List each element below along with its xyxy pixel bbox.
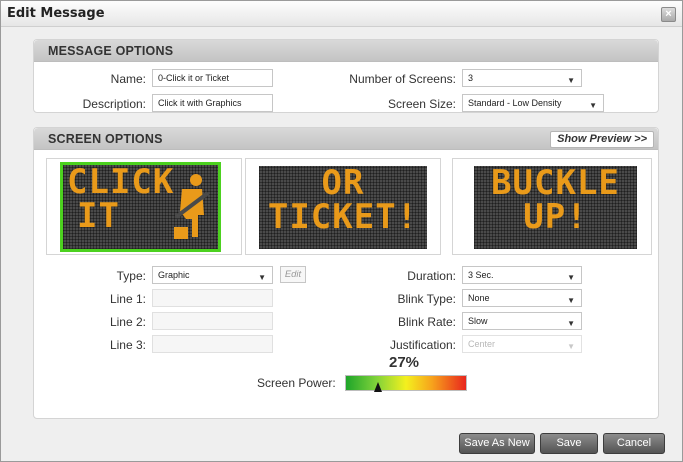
blink-type-select[interactable]: None ▼	[462, 289, 582, 307]
seatbelt-icon	[174, 174, 210, 239]
chevron-down-icon: ▼	[258, 273, 266, 282]
message-options-title: MESSAGE OPTIONS	[48, 44, 174, 58]
chevron-down-icon: ▼	[567, 273, 575, 282]
screen-thumbnail-1[interactable]: CLICK IT	[46, 158, 242, 255]
line1-input[interactable]	[152, 289, 273, 307]
screen-power-label: Screen Power:	[257, 376, 336, 390]
chevron-down-icon: ▼	[567, 319, 575, 328]
screen-size-label: Screen Size:	[387, 97, 456, 111]
led-screen-2-line2: TICKET!	[267, 197, 419, 237]
cancel-button[interactable]: Cancel	[603, 433, 665, 454]
chevron-down-icon: ▼	[567, 342, 575, 351]
screen-power-marker	[374, 382, 383, 392]
type-select[interactable]: Graphic ▼	[152, 266, 273, 284]
description-label: Description:	[82, 97, 146, 111]
dialog-titlebar[interactable]: Edit Message ×	[1, 1, 682, 27]
chevron-down-icon: ▼	[567, 76, 575, 85]
number-of-screens-select[interactable]: 3 ▼	[462, 69, 582, 87]
name-input[interactable]: 0-Click it or Ticket	[152, 69, 273, 87]
justification-value: Center	[468, 339, 496, 349]
type-value: Graphic	[158, 270, 190, 280]
message-options-header: MESSAGE OPTIONS	[34, 40, 658, 62]
number-of-screens-label: Number of Screens:	[349, 72, 456, 86]
justification-select[interactable]: Center ▼	[462, 335, 582, 353]
screen-thumbnail-3[interactable]: BUCKLE UP!	[452, 158, 652, 255]
chevron-down-icon: ▼	[567, 296, 575, 305]
close-icon[interactable]: ×	[661, 7, 676, 22]
screen-size-value: Standard - Low Density	[468, 98, 562, 108]
line2-label: Line 2:	[109, 315, 146, 329]
edit-message-dialog: Edit Message × MESSAGE OPTIONS Name: 0-C…	[0, 0, 683, 462]
duration-select[interactable]: 3 Sec. ▼	[462, 266, 582, 284]
number-of-screens-value: 3	[468, 73, 474, 83]
screen-options-title: SCREEN OPTIONS	[48, 132, 163, 146]
led-screen-2-line1: OR	[321, 166, 365, 203]
screen-power-gauge	[345, 375, 467, 392]
led-screen-2: OR TICKET!	[259, 166, 427, 249]
dialog-title: Edit Message	[7, 6, 105, 21]
name-label: Name:	[110, 72, 146, 86]
blink-rate-label: Blink Rate:	[397, 315, 456, 329]
screen-options-header: SCREEN OPTIONS Show Preview >>	[34, 128, 658, 150]
blink-type-value: None	[468, 293, 490, 303]
chevron-down-icon: ▼	[589, 101, 597, 110]
duration-label: Duration:	[407, 269, 456, 283]
screen-size-select[interactable]: Standard - Low Density ▼	[462, 94, 604, 112]
line1-label: Line 1:	[109, 292, 146, 306]
edit-button[interactable]: Edit	[280, 266, 306, 283]
blink-rate-value: Slow	[468, 316, 488, 326]
screen-thumbnail-2[interactable]: OR TICKET!	[245, 158, 441, 255]
led-screen-1: CLICK IT	[60, 162, 221, 252]
led-screen-3-line2: UP!	[523, 197, 588, 237]
duration-value: 3 Sec.	[468, 270, 494, 280]
line3-label: Line 3:	[109, 338, 146, 352]
line2-input[interactable]	[152, 312, 273, 330]
description-input[interactable]: Click it with Graphics	[152, 94, 273, 112]
type-label: Type:	[116, 269, 146, 283]
screen-power-percent: 27%	[389, 354, 420, 371]
justification-label: Justification:	[389, 338, 456, 352]
line3-input[interactable]	[152, 335, 273, 353]
led-screen-3-line1: BUCKLE	[491, 166, 620, 203]
blink-rate-select[interactable]: Slow ▼	[462, 312, 582, 330]
save-as-new-button[interactable]: Save As New	[459, 433, 535, 454]
show-preview-button[interactable]: Show Preview >>	[550, 131, 654, 148]
led-screen-3: BUCKLE UP!	[474, 166, 637, 249]
save-button[interactable]: Save	[540, 433, 598, 454]
blink-type-label: Blink Type:	[397, 292, 456, 306]
